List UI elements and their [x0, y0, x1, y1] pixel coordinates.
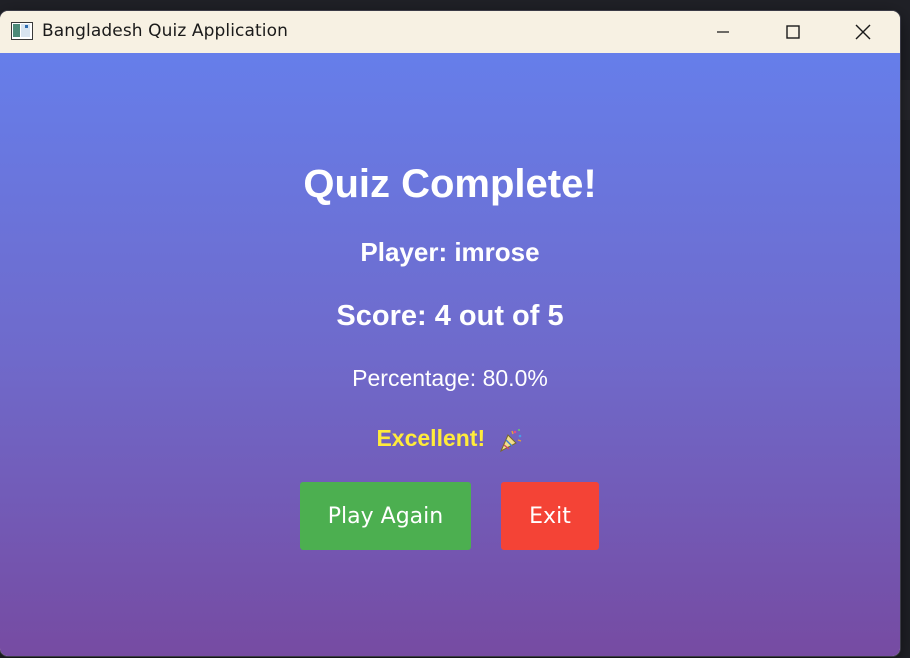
- play-again-button[interactable]: Play Again: [300, 482, 471, 550]
- title-bar[interactable]: Bangladesh Quiz Application: [0, 11, 900, 53]
- exit-button[interactable]: Exit: [501, 482, 599, 550]
- results-panel: Quiz Complete! Player: imrose Score: 4 o…: [0, 53, 900, 656]
- maximize-icon: [786, 25, 800, 39]
- percentage-text: Percentage: 80.0%: [352, 365, 548, 391]
- maximize-button[interactable]: [758, 11, 828, 53]
- window-title: Bangladesh Quiz Application: [42, 21, 288, 41]
- minimize-icon: [717, 31, 729, 33]
- app-window: Bangladesh Quiz Application Quiz Complet…: [0, 11, 900, 656]
- score-text: Score: 4 out of 5: [336, 300, 564, 332]
- minimize-button[interactable]: [688, 11, 758, 53]
- app-window-icon: [11, 22, 33, 40]
- feedback-text: Excellent!: [376, 425, 486, 451]
- party-popper-icon: [498, 427, 524, 453]
- close-button[interactable]: [828, 11, 898, 53]
- page-title: Quiz Complete!: [303, 162, 597, 206]
- player-name: Player: imrose: [360, 237, 540, 267]
- feedback-message: Excellent!: [0, 424, 900, 453]
- close-icon: [855, 24, 871, 40]
